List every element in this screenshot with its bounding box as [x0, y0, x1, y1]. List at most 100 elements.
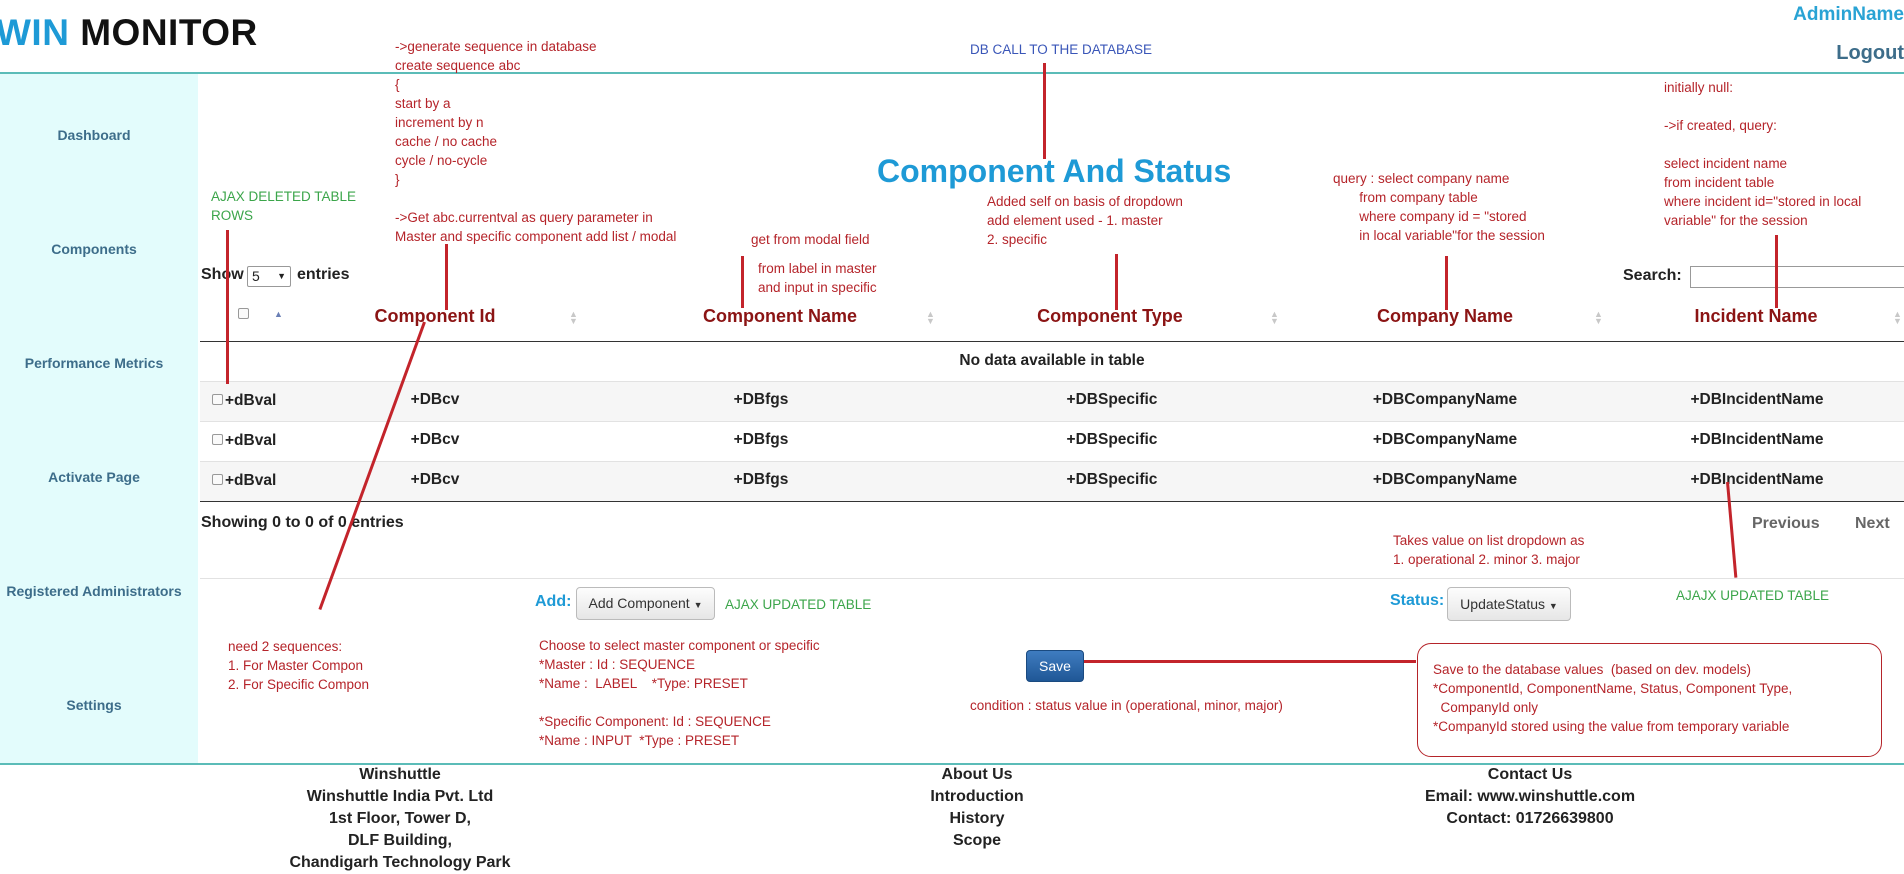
cell-component-id: +DBcv [410, 431, 460, 448]
sidebar-item-dashboard[interactable]: Dashboard [0, 127, 188, 143]
next-button[interactable]: Next [1855, 515, 1890, 533]
footer-line: Chandigarh Technology Park [289, 854, 511, 871]
save-button[interactable]: Save [1026, 650, 1084, 682]
connector-line [1445, 256, 1448, 310]
footer-link-history[interactable]: History [877, 808, 1077, 830]
annotation-sequence: ->generate sequence in database create s… [395, 39, 677, 244]
entries-select[interactable]: 5 ▼ [247, 266, 291, 287]
caret-down-icon: ▼ [1548, 601, 1558, 611]
sort-both-icon: ▲ ▼ [926, 309, 935, 326]
connector-line [445, 244, 448, 310]
connector-line [226, 230, 229, 384]
footer-phone: Contact: 01726639800 [1446, 810, 1614, 827]
sidebar-item-registered-administrators[interactable]: Registered Administrators [0, 583, 188, 599]
footer-link-scope[interactable]: Scope [877, 830, 1077, 852]
annotation-db-call: DB CALL TO THE DATABASE [970, 42, 1153, 57]
update-status-button[interactable]: UpdateStatus ▼ [1447, 587, 1571, 621]
footer-link-introduction[interactable]: Introduction [877, 786, 1077, 808]
connector-line [1084, 660, 1416, 663]
table-bottom-divider [200, 501, 1904, 502]
cell-component-type: +DBSpecific [1066, 471, 1158, 488]
annotation-incident: initially null: ->if created, query: sel… [1664, 80, 1862, 228]
header-divider [0, 72, 1904, 74]
annotation-choose: Choose to select master component or spe… [539, 638, 820, 748]
logo-win: WIN [0, 12, 70, 53]
sidebar-item-settings[interactable]: Settings [0, 697, 188, 713]
cell-val: +dBval [225, 392, 277, 409]
logout-link[interactable]: Logout [1836, 42, 1904, 65]
annotation-takes-value: Takes value on list dropdown as 1. opera… [1393, 533, 1585, 567]
annotation-get-modal: get from modal field [751, 232, 870, 247]
annotation-save-db: Save to the database values (based on de… [1433, 662, 1793, 734]
footer-email[interactable]: Email: www.winshuttle.com [1380, 786, 1680, 808]
cell-component-name: +DBfgs [733, 431, 789, 448]
sidebar-item-activate-page[interactable]: Activate Page [0, 469, 188, 485]
cell-component-name: +DBfgs [733, 471, 789, 488]
select-all-checkbox[interactable] [238, 308, 249, 319]
footer-line: DLF Building, [348, 832, 452, 849]
column-header-component-name[interactable]: Component Name [630, 306, 930, 327]
cell-val: +dBval [225, 432, 277, 449]
annotation-need-sequences: need 2 sequences: 1. For Master Compon 2… [228, 639, 370, 692]
sort-both-icon: ▲ ▼ [569, 309, 578, 326]
search-label: Search: [1623, 267, 1682, 284]
connector-line [1043, 63, 1046, 159]
section-divider [200, 578, 1904, 579]
connector-line [741, 256, 744, 308]
entries-label: entries [297, 266, 350, 283]
footer-heading[interactable]: About Us [877, 764, 1077, 786]
cell-incident-name: +DBIncidentName [1690, 431, 1824, 448]
annotation-query-company: query : select company name from company… [1333, 171, 1545, 243]
footer-contact: Contact Us Email: www.winshuttle.com Con… [1380, 764, 1680, 830]
annotation-ajax-updated-2: AJAJX UPDATED TABLE [1676, 588, 1830, 603]
sort-both-icon: ▲ ▼ [1893, 309, 1902, 326]
footer-company: Winshuttle Winshuttle India Pvt. Ltd 1st… [240, 764, 560, 874]
admin-name[interactable]: AdminName [1793, 4, 1904, 26]
entries-value: 5 [252, 268, 260, 284]
cell-company-name: +DBCompanyName [1372, 391, 1518, 408]
previous-button[interactable]: Previous [1752, 515, 1820, 533]
add-component-label: Add Component [588, 595, 690, 611]
page-title: Component And Status [877, 153, 1232, 189]
cell-component-type: +DBSpecific [1066, 431, 1158, 448]
table-info: Showing 0 to 0 of 0 entries [201, 514, 404, 531]
annotation-ajax-updated-1: AJAX UPDATED TABLE [725, 597, 872, 612]
cell-component-id: +DBcv [410, 391, 460, 408]
add-component-button[interactable]: Add Component ▼ [576, 587, 715, 620]
sidebar-item-performance-metrics[interactable]: Performance Metrics [0, 355, 188, 371]
caret-down-icon: ▼ [277, 271, 286, 281]
cell-val: +dBval [225, 472, 277, 489]
annotation-condition: condition : status value in (operational… [970, 698, 1283, 713]
cell-company-name: +DBCompanyName [1372, 471, 1518, 488]
status-label: Status: [1390, 592, 1445, 609]
cell-incident-name: +DBIncidentName [1690, 391, 1824, 408]
caret-down-icon: ▼ [693, 600, 703, 610]
annotation-added-self: Added self on basis of dropdown add elem… [987, 194, 1183, 247]
footer-about: About Us Introduction History Scope [877, 764, 1077, 852]
show-label: Show [201, 266, 244, 283]
sort-both-icon: ▲ ▼ [1594, 309, 1603, 326]
row-checkbox[interactable] [212, 394, 223, 405]
cell-company-name: +DBCompanyName [1372, 431, 1518, 448]
sort-both-icon: ▲ ▼ [1270, 309, 1279, 326]
cell-component-name: +DBfgs [733, 391, 789, 408]
add-label: Add: [535, 593, 572, 610]
cell-incident-name: +DBIncidentName [1690, 471, 1824, 488]
row-checkbox[interactable] [212, 474, 223, 485]
cell-component-type: +DBSpecific [1066, 391, 1158, 408]
annotation-from-label: from label in master and input in specif… [758, 261, 877, 295]
sort-asc-icon[interactable]: ▲ [274, 310, 283, 319]
connector-line [1775, 235, 1778, 308]
logo-monitor: MONITOR [80, 12, 258, 53]
column-header-component-type[interactable]: Component Type [985, 306, 1235, 327]
row-checkbox[interactable] [212, 434, 223, 445]
logo: WIN MONITOR [0, 12, 258, 54]
update-status-label: UpdateStatus [1460, 596, 1546, 612]
annotation-ajax-deleted: AJAX DELETED TABLE ROWS [211, 189, 357, 223]
footer-line: 1st Floor, Tower D, [329, 810, 471, 827]
column-header-component-id[interactable]: Component Id [320, 306, 550, 327]
search-input[interactable] [1690, 266, 1904, 288]
column-header-incident-name[interactable]: Incident Name [1640, 306, 1872, 327]
sidebar: Dashboard Components Performance Metrics… [0, 74, 198, 763]
sidebar-item-components[interactable]: Components [0, 241, 188, 257]
